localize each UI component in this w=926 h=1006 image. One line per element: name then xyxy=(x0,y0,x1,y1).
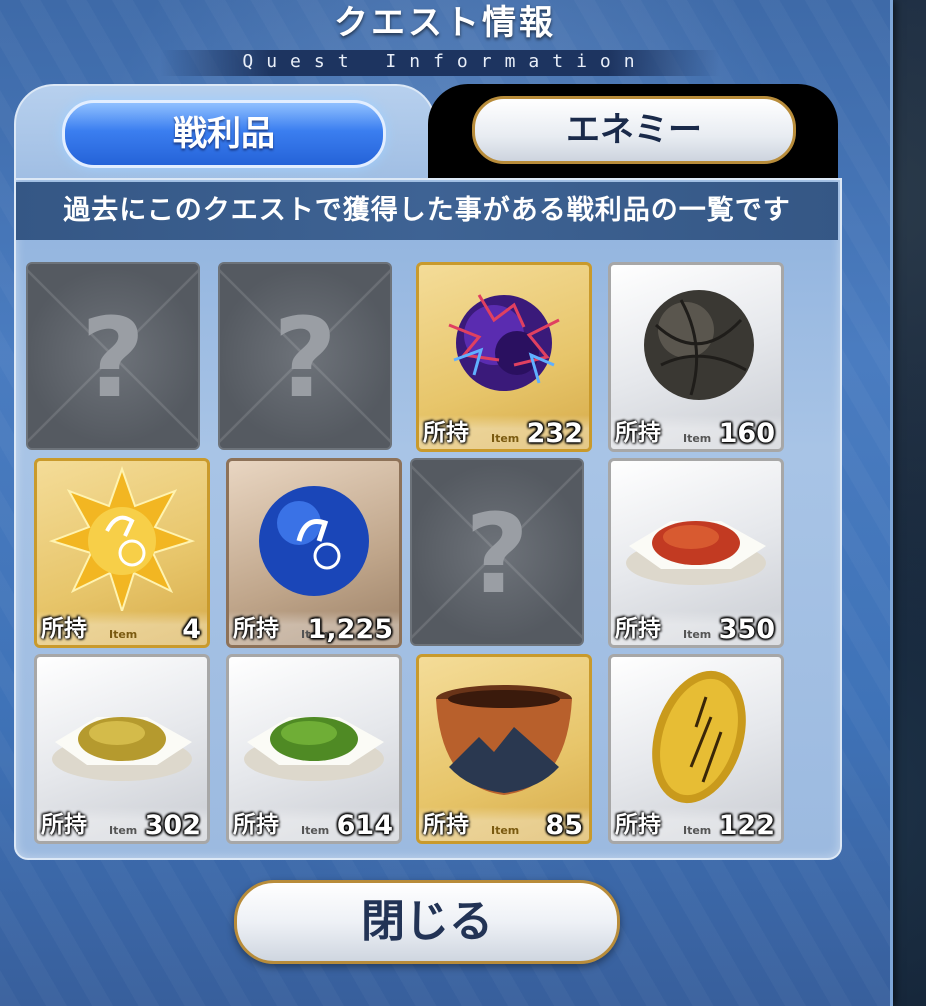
question-mark-icon: ? xyxy=(81,294,145,422)
gold-coin-icon xyxy=(652,670,746,804)
quest-info-dialog: クエスト情報 Quest Information 戦利品 エネミー 過去にこのク… xyxy=(0,0,893,1006)
dialog-subtitle: Quest Information xyxy=(242,51,648,72)
unknown-item-slot[interactable]: ? xyxy=(26,262,200,450)
yellow-herb-icon xyxy=(52,717,192,781)
hold-label: 所持 xyxy=(423,420,469,446)
question-mark-icon: ? xyxy=(465,490,529,618)
item-tag: Item xyxy=(491,824,520,837)
lightning-orb-icon xyxy=(448,294,560,391)
item-tag: Item xyxy=(301,824,330,837)
item-tag: Item xyxy=(683,824,712,837)
item-tag: Item xyxy=(109,628,138,641)
hold-label: 所持 xyxy=(615,616,661,642)
item-tag: Item xyxy=(683,432,712,445)
item-tag: Item xyxy=(109,824,138,837)
hold-label: 所持 xyxy=(233,812,279,838)
hold-label: 所持 xyxy=(41,616,87,642)
stone-sphere-icon xyxy=(644,290,754,400)
blue-orb-icon xyxy=(259,486,369,596)
item-count: 350 xyxy=(718,614,775,645)
item-count: 614 xyxy=(336,810,393,841)
green-herb-icon xyxy=(244,717,384,781)
item-count: 122 xyxy=(718,810,775,841)
hold-label: 所持 xyxy=(615,420,661,446)
hold-label: 所持 xyxy=(233,616,279,642)
drops-description: 過去にこのクエストで獲得した事がある戦利品の一覧です xyxy=(63,195,791,226)
item-red-herb[interactable]: 所持 Item 350 xyxy=(608,458,784,648)
item-green-herb[interactable]: 所持 Item 614 xyxy=(226,654,402,844)
unknown-item-slot[interactable]: ? xyxy=(218,262,392,450)
item-stone-sphere[interactable]: 所持 Item 160 xyxy=(608,262,784,452)
close-button[interactable]: 閉じる xyxy=(234,880,620,964)
hold-label: 所持 xyxy=(615,812,661,838)
item-tag: Item xyxy=(683,628,712,641)
hold-label: 所持 xyxy=(423,812,469,838)
item-lightning-orb[interactable]: 所持 Item 232 xyxy=(416,262,592,452)
item-count: 1,225 xyxy=(307,614,393,645)
item-count: 85 xyxy=(545,810,583,841)
tab-enemies[interactable]: エネミー xyxy=(472,96,796,164)
item-count: 4 xyxy=(182,614,201,645)
item-count: 302 xyxy=(144,810,201,841)
dialog-title: クエスト情報 xyxy=(334,3,556,43)
item-yellow-herb[interactable]: 所持 Item 302 xyxy=(34,654,210,844)
hold-label: 所持 xyxy=(41,812,87,838)
item-tag: Item xyxy=(491,432,520,445)
tea-bowl-icon xyxy=(436,685,572,795)
item-blue-rider-orb[interactable]: 所持 Item 1,225 xyxy=(226,458,402,648)
item-gold-rider-star[interactable]: 所持 Item 4 xyxy=(34,458,210,648)
red-herb-icon xyxy=(626,521,766,585)
gold-star-icon xyxy=(48,465,196,611)
item-count: 232 xyxy=(526,418,583,449)
unknown-item-slot[interactable]: ? xyxy=(410,458,584,646)
item-count: 160 xyxy=(718,418,775,449)
question-mark-icon: ? xyxy=(273,294,337,422)
tab-drops[interactable]: 戦利品 xyxy=(62,100,386,168)
item-gold-coin[interactable]: 所持 Item 122 xyxy=(608,654,784,844)
item-tea-bowl[interactable]: 所持 Item 85 xyxy=(416,654,592,844)
